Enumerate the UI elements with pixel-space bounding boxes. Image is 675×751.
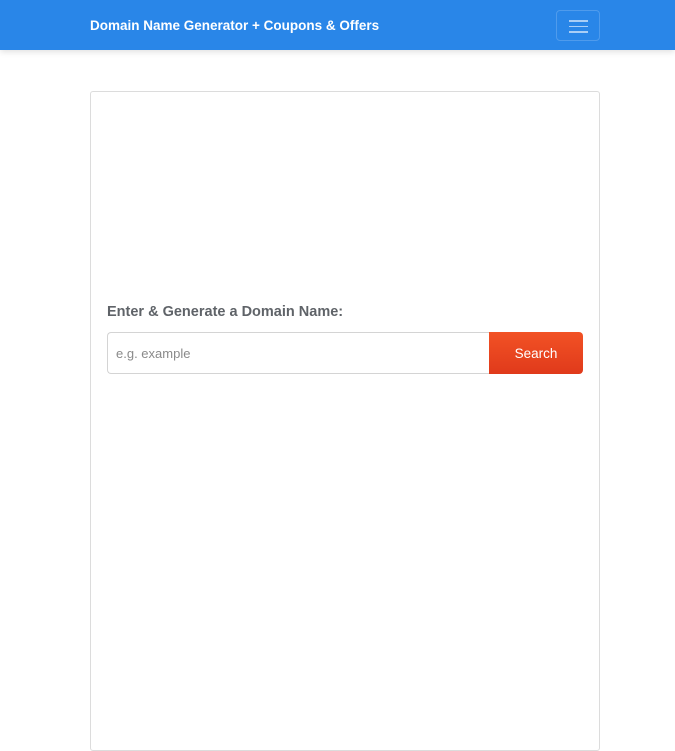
generator-card (90, 91, 600, 751)
search-button[interactable]: Search (489, 332, 583, 374)
top-navbar: Domain Name Generator + Coupons & Offers (0, 0, 675, 50)
menu-toggle-button[interactable] (556, 10, 600, 41)
domain-form-label: Enter & Generate a Domain Name: (107, 304, 344, 320)
site-brand-link[interactable]: Domain Name Generator + Coupons & Offers (90, 17, 379, 35)
domain-search-input[interactable] (107, 332, 490, 374)
